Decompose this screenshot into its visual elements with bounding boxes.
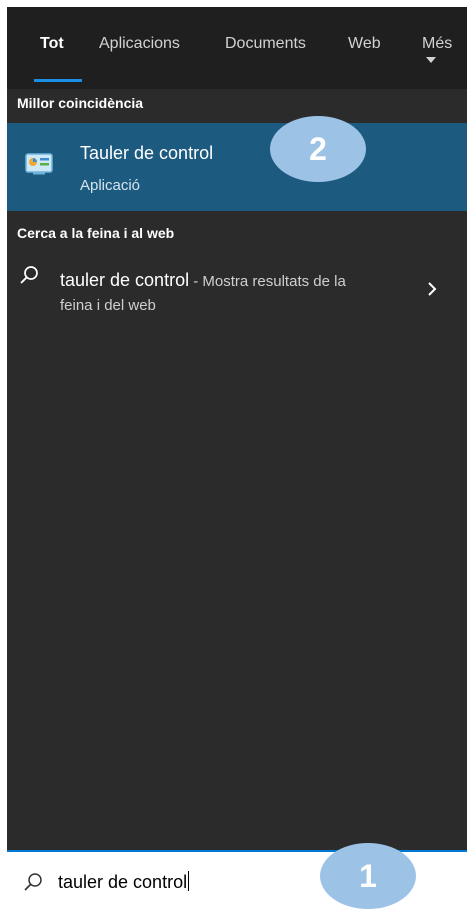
search-input[interactable]: tauler de control — [58, 871, 190, 893]
search-icon — [24, 873, 42, 891]
chevron-right-icon[interactable] — [427, 281, 437, 297]
tab-web[interactable]: Web — [348, 35, 381, 53]
best-match-header: Millor coincidència — [17, 95, 144, 111]
search-input-value: tauler de control — [58, 872, 188, 892]
search-results-panel: Tot Aplicacions Documents Web Més Millor… — [7, 7, 467, 910]
best-match-title: Tauler de control — [80, 143, 214, 163]
active-tab-indicator — [34, 79, 82, 82]
control-panel-icon — [25, 153, 53, 175]
step-badge-1: 1 — [320, 843, 416, 909]
web-result-description: - Mostra resultats de la — [189, 273, 346, 290]
web-result-query: tauler de control — [60, 270, 190, 290]
web-search-result[interactable]: tauler de control - Mostra resultats de … — [7, 253, 467, 333]
tab-documents[interactable]: Documents — [225, 35, 306, 53]
step-badge-2: 2 — [270, 116, 366, 182]
search-tabs: Tot Aplicacions Documents Web Més — [7, 7, 467, 89]
chevron-down-icon — [426, 57, 436, 63]
best-match-subtitle: Aplicació — [80, 177, 141, 194]
web-result-description-2: feina i del web — [60, 297, 156, 314]
web-section-header: Cerca a la feina i al web — [17, 225, 175, 241]
tab-mes[interactable]: Més — [422, 35, 467, 71]
text-caret — [188, 871, 190, 891]
tab-mes-label: Més — [422, 35, 453, 52]
best-match-result[interactable]: Tauler de control Aplicació — [7, 123, 467, 211]
web-result-text: tauler de control - Mostra resultats de … — [60, 267, 400, 295]
search-icon — [20, 266, 38, 284]
tab-tot[interactable]: Tot — [40, 35, 64, 53]
tab-aplicacions[interactable]: Aplicacions — [99, 35, 180, 53]
